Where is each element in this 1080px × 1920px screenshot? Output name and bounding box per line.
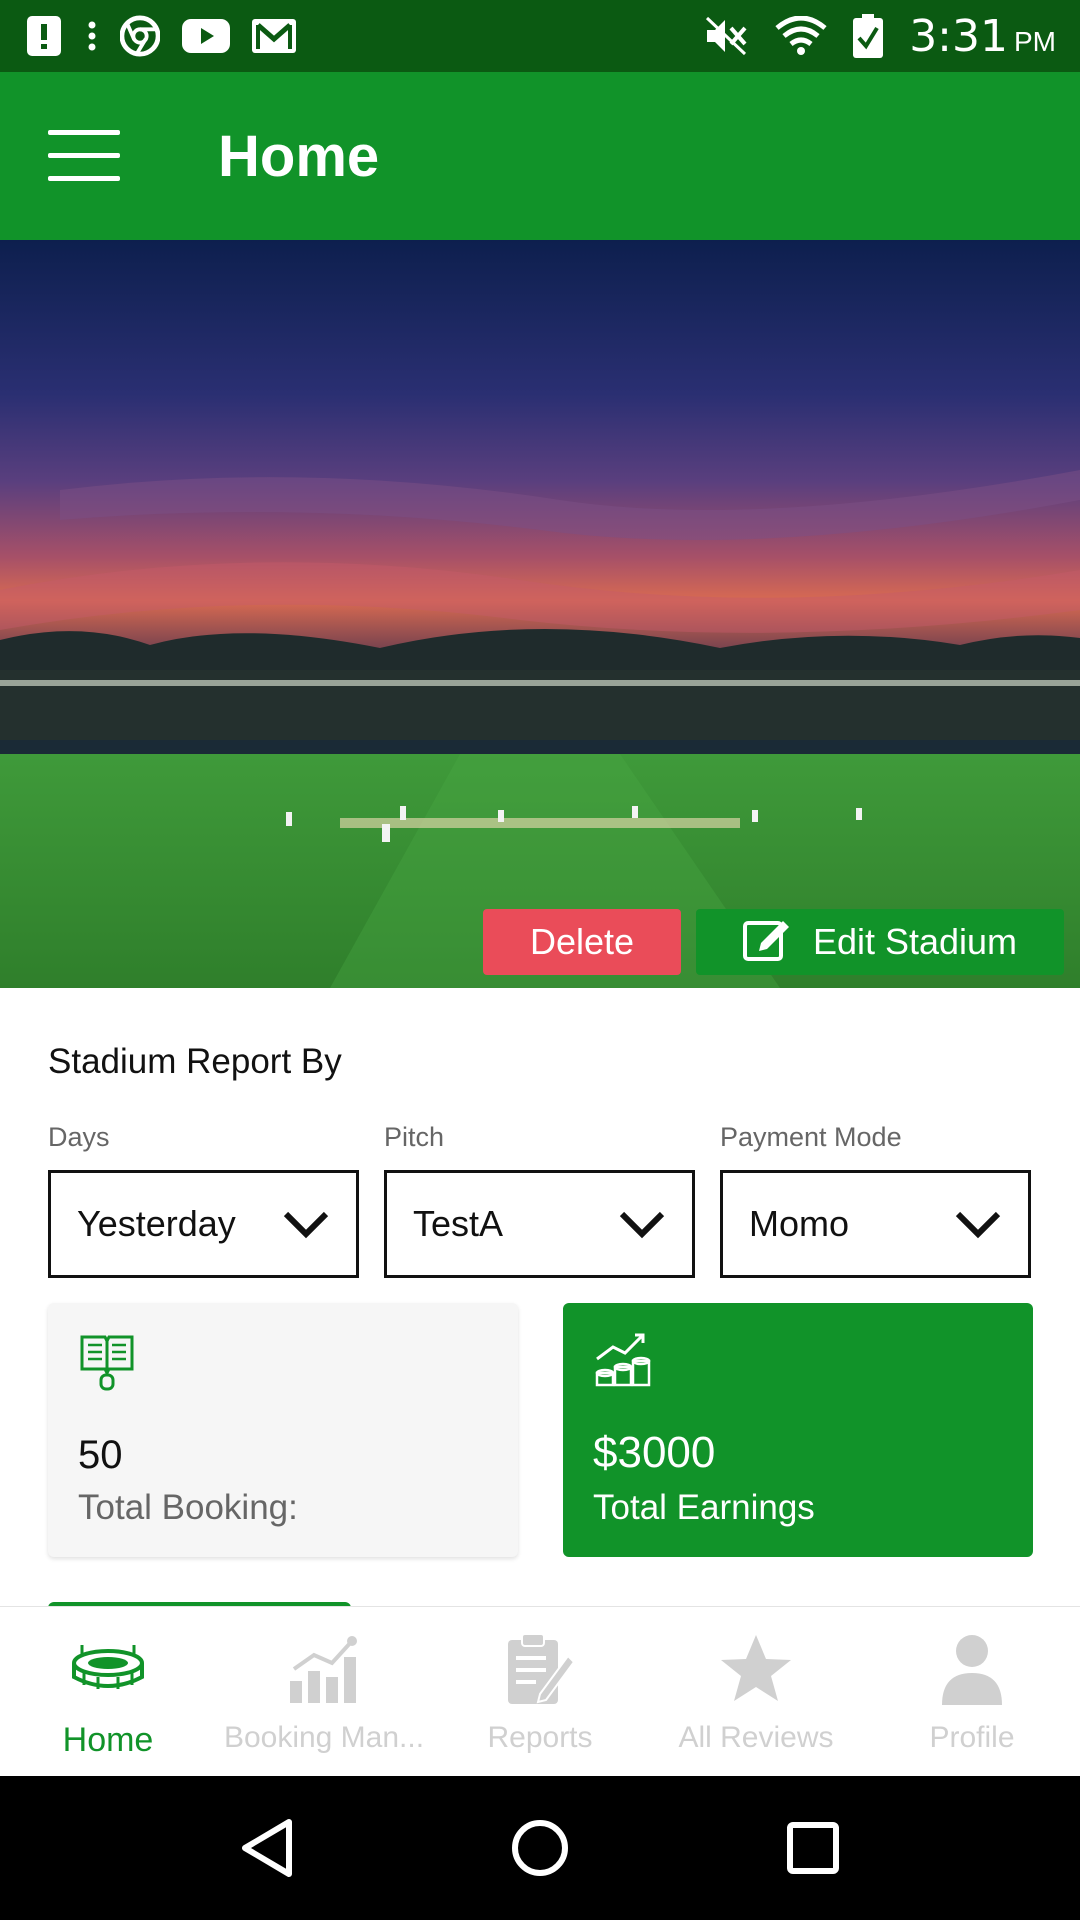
nav-item-home[interactable]: Home	[0, 1607, 216, 1777]
status-bar-left	[24, 15, 296, 57]
system-nav-bar	[0, 1776, 1080, 1920]
status-time-ampm: PM	[1014, 25, 1056, 57]
youtube-icon	[182, 16, 230, 56]
back-icon[interactable]	[232, 1813, 302, 1883]
nav-item-reports[interactable]: Reports	[432, 1607, 648, 1777]
pitch-dropdown[interactable]: TestA	[384, 1170, 695, 1278]
app-bar: Home	[0, 72, 1080, 240]
pitch-dropdown-value: TestA	[413, 1203, 504, 1244]
days-dropdown[interactable]: Yesterday	[48, 1170, 359, 1278]
status-time: 3:31 PM	[909, 11, 1056, 62]
chevron-down-icon	[619, 1211, 665, 1239]
recents-square-icon[interactable]	[778, 1813, 848, 1883]
payment-mode-dropdown[interactable]: Momo	[720, 1170, 1031, 1278]
total-earnings-value: $3000	[593, 1428, 716, 1477]
home-circle-icon[interactable]	[505, 1813, 575, 1883]
coins-growth-icon	[595, 1333, 651, 1387]
nav-label-all-reviews: All Reviews	[678, 1721, 834, 1754]
nav-label-reports: Reports	[487, 1721, 593, 1754]
battery-icon	[853, 14, 884, 58]
bottom-nav: Home Booking Man... Reports All Reviews …	[0, 1606, 1080, 1777]
hamburger-menu-icon[interactable]	[48, 130, 122, 182]
delete-button[interactable]: Delete	[483, 909, 681, 975]
status-time-value: 3:31	[909, 10, 1008, 62]
status-bar-right: 3:31 PM	[705, 11, 1056, 62]
chevron-down-icon	[955, 1211, 1001, 1239]
status-bar: 3:31 PM	[0, 0, 1080, 72]
edit-icon	[742, 915, 791, 970]
total-booking-card[interactable]: 50 Total Booking:	[48, 1303, 518, 1557]
mute-icon	[705, 16, 749, 56]
page-title: Home	[218, 123, 380, 189]
wifi-icon	[775, 16, 827, 56]
payment-mode-dropdown-value: Momo	[749, 1203, 850, 1244]
nav-item-profile[interactable]: Profile	[864, 1607, 1080, 1777]
gmail-icon	[252, 16, 296, 56]
chevron-down-icon	[283, 1211, 329, 1239]
star-icon	[716, 1631, 796, 1707]
total-booking-value: 50	[78, 1433, 123, 1477]
chrome-icon	[120, 15, 160, 57]
person-icon	[932, 1631, 1012, 1707]
filter-label-days: Days	[48, 1122, 110, 1152]
clipboard-icon	[500, 1631, 580, 1707]
bar-chart-icon	[284, 1631, 364, 1707]
nav-label-profile: Profile	[929, 1721, 1015, 1754]
filter-label-pitch: Pitch	[384, 1122, 445, 1152]
nav-item-all-reviews[interactable]: All Reviews	[648, 1607, 864, 1777]
total-earnings-label: Total Earnings	[593, 1488, 815, 1527]
more-vert-icon	[86, 16, 98, 56]
nav-item-booking-management[interactable]: Booking Man...	[216, 1607, 432, 1777]
stadium-image	[0, 240, 1080, 988]
edit-stadium-button[interactable]: Edit Stadium	[696, 909, 1064, 975]
filter-label-payment-mode: Payment Mode	[720, 1122, 902, 1152]
total-booking-label: Total Booking:	[78, 1488, 298, 1527]
booking-book-icon	[80, 1335, 134, 1391]
edit-stadium-label: Edit Stadium	[812, 921, 1018, 962]
total-earnings-card[interactable]: $3000 Total Earnings	[563, 1303, 1033, 1557]
report-section-title: Stadium Report By	[48, 1042, 342, 1081]
alert-icon	[24, 16, 64, 56]
nav-label-home: Home	[62, 1721, 154, 1759]
days-dropdown-value: Yesterday	[77, 1203, 236, 1244]
stadium-icon	[68, 1631, 148, 1707]
nav-label-booking-management: Booking Man...	[223, 1721, 425, 1754]
